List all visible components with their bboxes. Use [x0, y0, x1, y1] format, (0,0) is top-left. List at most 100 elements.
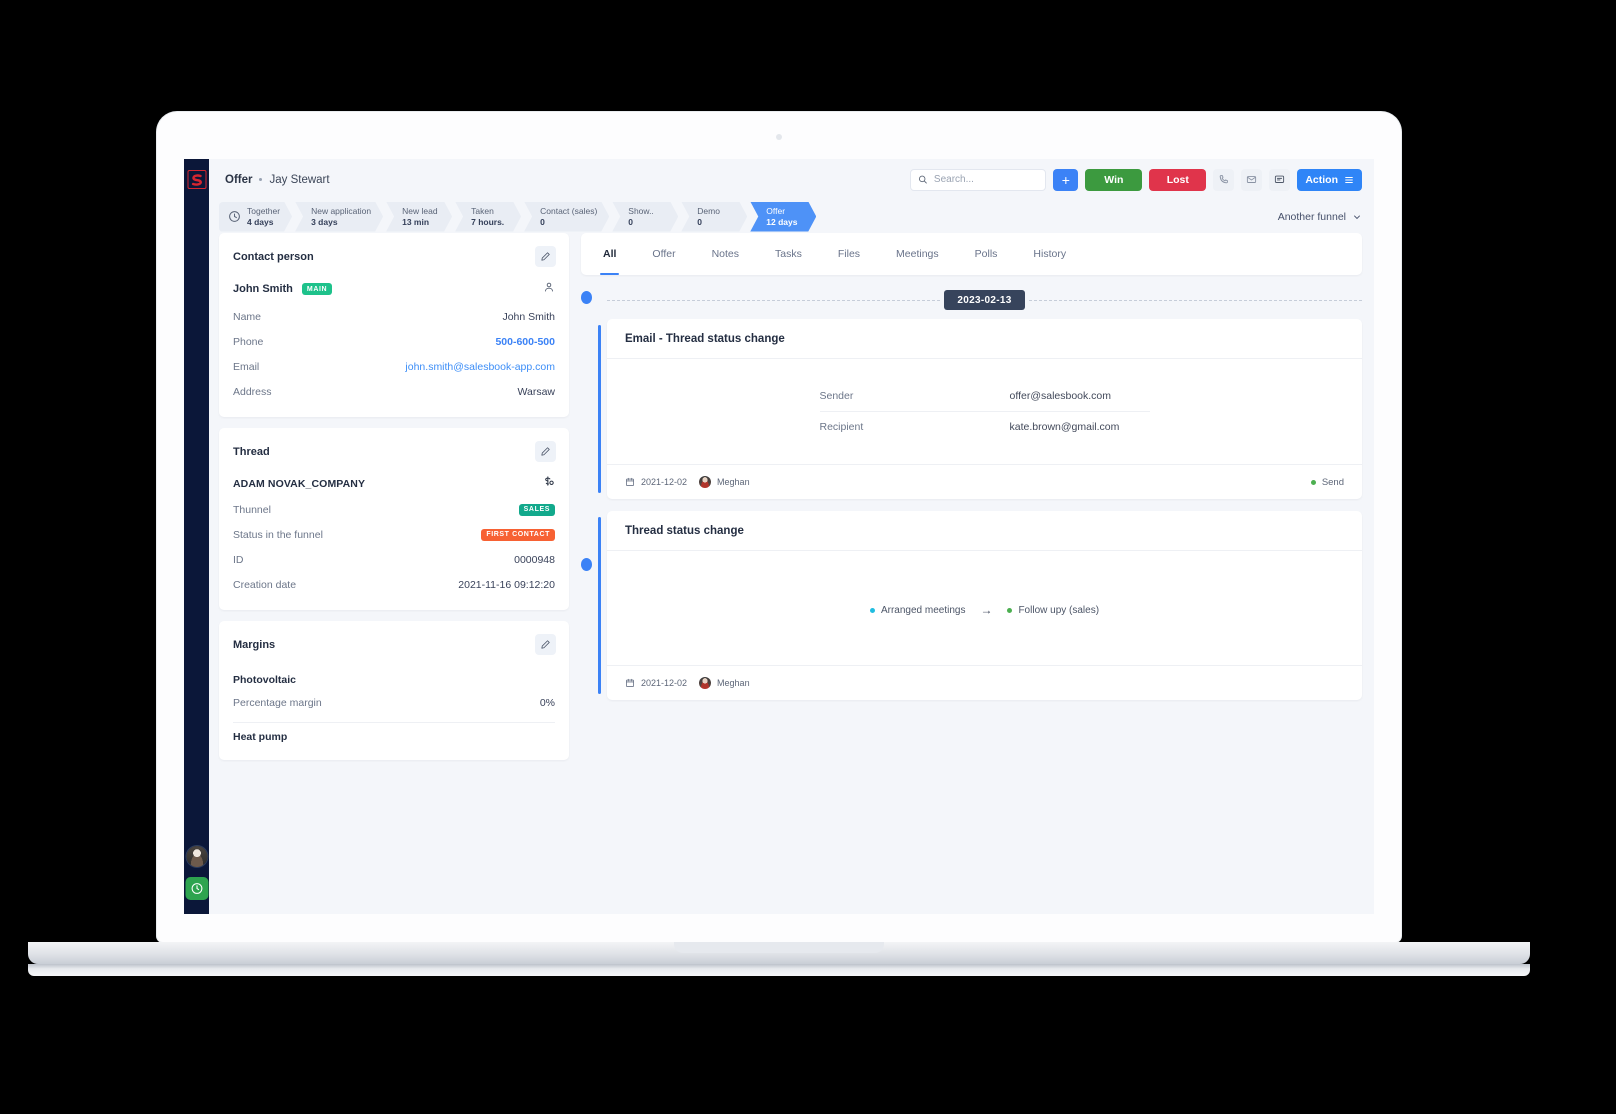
search-box[interactable]: [910, 168, 1047, 191]
funnel-step-demo[interactable]: Demo 0: [681, 202, 747, 232]
tab-offer[interactable]: Offer: [652, 233, 675, 275]
funnel-step-value: 3 days: [311, 216, 338, 227]
arrow-right-icon: →: [980, 603, 993, 617]
breadcrumb-secondary[interactable]: Jay Stewart: [269, 174, 329, 186]
mail-icon[interactable]: [1241, 168, 1263, 191]
row-key: Percentage margin: [233, 696, 322, 709]
timeline-event-email[interactable]: Email - Thread status change Sender offe…: [598, 319, 1362, 499]
clock-icon: [228, 210, 241, 223]
funnel-step-new-lead[interactable]: New lead 13 min: [386, 202, 452, 232]
funnel-step-together[interactable]: Together 4 days: [219, 202, 292, 232]
funnel-step-taken[interactable]: Taken 7 hours.: [455, 202, 521, 232]
funnel-step-label: Offer: [766, 205, 786, 216]
calendar-icon: [626, 477, 634, 486]
card-header: Contact person: [219, 233, 569, 278]
table-row: Email john.smith@salesbook-app.com: [233, 354, 555, 379]
tab-bar: All Offer Notes Tasks Files Meetings Pol…: [581, 233, 1362, 275]
laptop-trackpad-notch: [674, 942, 884, 953]
email-detail-table: Sender offer@salesbook.com Recipient kat…: [819, 381, 1150, 442]
thread-card-title: Thread: [233, 445, 270, 458]
lost-button[interactable]: Lost: [1149, 168, 1207, 191]
row-key: ID: [233, 553, 244, 566]
contact-person-row: John Smith MAIN: [233, 278, 555, 304]
status-dot-icon: [1007, 607, 1013, 613]
search-input[interactable]: [933, 174, 1039, 185]
pencil-icon[interactable]: [535, 441, 556, 462]
funnel-selector-label: Another funnel: [1277, 210, 1346, 223]
tab-files[interactable]: Files: [838, 233, 860, 275]
tab-meetings[interactable]: Meetings: [896, 233, 939, 275]
pencil-icon[interactable]: [535, 634, 556, 655]
contact-person-name: John Smith: [233, 283, 293, 295]
table-row: Percentage margin 0%: [233, 690, 555, 715]
email-link[interactable]: john.smith@salesbook-app.com: [405, 361, 555, 373]
screenshot-stage: Offer Jay Stewart +: [0, 0, 1616, 1114]
tab-polls[interactable]: Polls: [975, 233, 998, 275]
event-title: Thread status change: [607, 511, 1362, 551]
table-row: Name John Smith: [233, 304, 555, 329]
chat-icon[interactable]: [1269, 168, 1291, 191]
table-row: ID 0000948: [233, 547, 555, 572]
margins-section-heat-pump: Heat pump: [233, 731, 288, 743]
row-value: 0000948: [514, 553, 555, 566]
funnel-step-value: 4 days: [247, 216, 274, 227]
app-window: Offer Jay Stewart +: [184, 159, 1374, 914]
row-key: Creation date: [233, 578, 297, 591]
activity-timeline: 2023-02-13 Email - Thread status change: [581, 286, 1362, 712]
event-date: 2021-12-02: [625, 477, 687, 487]
funnel-selector[interactable]: Another funnel: [1278, 211, 1362, 223]
clock-icon[interactable]: [185, 877, 208, 900]
funnel-step-show[interactable]: Show.. 0: [612, 202, 678, 232]
laptop-foot: [28, 964, 1530, 976]
funnel-step-label: New application: [311, 205, 372, 216]
pencil-icon[interactable]: [535, 246, 556, 267]
event-user: Meghan: [699, 677, 750, 689]
phone-link[interactable]: 500-600-500: [495, 336, 555, 348]
status-to-label: Follow upy (sales): [1018, 604, 1100, 616]
event-body: Arranged meetings → Follow upy (sales): [607, 551, 1362, 665]
main-region: Offer Jay Stewart +: [209, 159, 1374, 914]
action-button[interactable]: Action: [1297, 168, 1362, 191]
funnel-step-new-application[interactable]: New application 3 days: [295, 202, 383, 232]
person-icon[interactable]: [543, 280, 555, 298]
funnel-step-offer[interactable]: Offer 12 days: [750, 202, 816, 232]
funnel-step-label: Demo: [697, 205, 720, 216]
funnel-bar: Together 4 days New application 3 days N…: [209, 200, 1374, 233]
event-user-label: Meghan: [717, 477, 750, 487]
win-button[interactable]: Win: [1085, 168, 1143, 191]
table-row: Recipient kate.brown@gmail.com: [820, 412, 1150, 442]
funnel-step-label: New lead: [402, 205, 438, 216]
status-dot-icon: [1310, 479, 1316, 485]
row-value: Warsaw: [517, 385, 555, 398]
money-icon[interactable]: [542, 475, 555, 493]
timeline-event-status-change[interactable]: Thread status change Arranged meetings →: [598, 511, 1362, 700]
event-status: Send: [1310, 477, 1344, 488]
funnel-step-contact-sales[interactable]: Contact (sales) 0: [524, 202, 609, 232]
toolbar-actions: + Win Lost: [910, 168, 1362, 191]
avatar: [699, 677, 712, 689]
tab-notes[interactable]: Notes: [712, 233, 739, 275]
margins-card-title: Margins: [233, 638, 276, 651]
status-from-label: Arranged meetings: [880, 604, 966, 616]
salesbook-logo-icon[interactable]: [187, 170, 206, 189]
avatar: [699, 476, 712, 488]
breadcrumb-primary[interactable]: Offer: [225, 174, 252, 186]
timeline-date-row: 2023-02-13: [593, 289, 1362, 311]
right-column: All Offer Notes Tasks Files Meetings Pol…: [581, 233, 1362, 914]
margins-section-photovoltaic: Photovoltaic: [233, 674, 297, 686]
tab-history[interactable]: History: [1033, 233, 1066, 275]
funnel-step-label: Together: [247, 205, 281, 216]
phone-icon[interactable]: [1213, 168, 1235, 191]
add-button[interactable]: +: [1053, 168, 1079, 191]
tab-all[interactable]: All: [599, 233, 620, 275]
calendar-icon: [626, 678, 634, 687]
table-row: Address Warsaw: [233, 379, 555, 404]
event-user-label: Meghan: [717, 678, 750, 688]
left-column: Contact person John Smith MAIN Name John…: [219, 233, 569, 914]
tab-tasks[interactable]: Tasks: [775, 233, 802, 275]
rail-user-avatar[interactable]: [186, 846, 207, 867]
status-dot-icon: [869, 607, 875, 613]
funnel-step-label: Taken: [471, 205, 494, 216]
timeline-dot: [581, 291, 592, 304]
funnel-step-label: Show..: [628, 205, 654, 216]
